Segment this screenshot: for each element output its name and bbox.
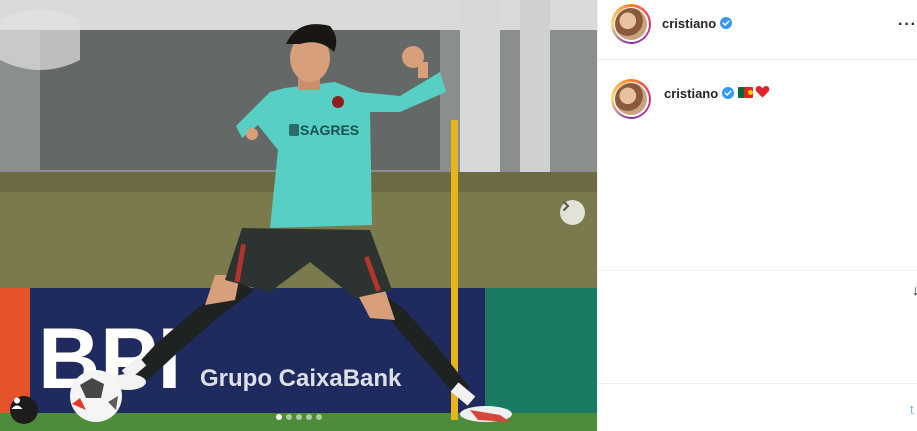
carousel-dot	[315, 414, 322, 420]
caption-username[interactable]: cristiano	[664, 86, 718, 101]
photo-scene: BPI Grupo CaixaBank SAGRES	[0, 0, 597, 431]
carousel-dot	[275, 414, 282, 420]
tagged-users-button[interactable]	[10, 396, 38, 424]
shirt-sponsor-text: SAGRES	[300, 122, 359, 138]
carousel-indicator	[0, 414, 597, 420]
divider	[598, 383, 917, 384]
carousel-dot	[305, 414, 312, 420]
post-side-panel: cristiano ··· cristiano ↓ t	[597, 0, 917, 431]
user-icon	[11, 397, 23, 409]
truncated-text: t	[910, 402, 914, 417]
carousel-next-button[interactable]	[560, 200, 585, 225]
avatar[interactable]	[611, 4, 651, 44]
portugal-flag-icon	[738, 87, 753, 98]
more-options-button[interactable]: ···	[898, 16, 917, 34]
post-photo[interactable]: BPI Grupo CaixaBank SAGRES	[0, 0, 597, 431]
carousel-dot	[295, 414, 302, 420]
banner-caixa-text: Grupo CaixaBank	[200, 365, 402, 392]
carousel-dot	[285, 414, 292, 420]
post-header: cristiano ···	[598, 0, 917, 60]
scroll-down-icon: ↓	[912, 282, 917, 298]
chevron-right-icon	[563, 201, 570, 211]
verified-badge-icon	[722, 87, 734, 99]
verified-badge-icon	[720, 17, 732, 29]
divider	[598, 270, 917, 271]
red-heart-icon	[755, 85, 770, 98]
caption-avatar[interactable]	[611, 79, 651, 119]
header-username[interactable]: cristiano	[662, 16, 716, 31]
